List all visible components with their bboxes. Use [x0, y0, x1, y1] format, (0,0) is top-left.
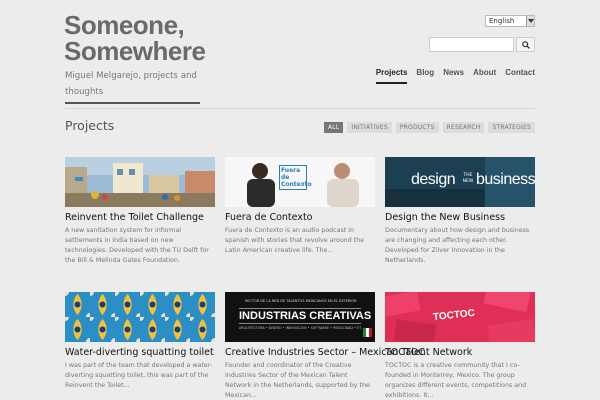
- filter-all[interactable]: ALL: [324, 122, 344, 133]
- documentary-title-business: business: [476, 171, 535, 188]
- section-title: Projects: [65, 118, 115, 133]
- search-input[interactable]: [429, 37, 514, 52]
- network-sector-disciplines: ARQUITECTURA • DISEÑO • INNOVACIÓN • SOF…: [239, 326, 361, 330]
- project-thumbnail[interactable]: [65, 292, 215, 342]
- project-title[interactable]: Water-diverting squatting toilet: [65, 347, 215, 359]
- nav-contact[interactable]: Contact: [505, 68, 535, 84]
- project-description: A new sanitation system for informal set…: [65, 227, 209, 264]
- project-thumbnail[interactable]: Fuera de Contexto: [225, 157, 375, 207]
- network-sector-caption: SECTOR DE LA RED DE TALENTOS MEXICANOS E…: [245, 299, 357, 303]
- site-tagline: Miguel Melgarejo, projects and thoughts: [65, 68, 200, 104]
- project-title[interactable]: Creative Industries Sector – Mexican Tal…: [225, 347, 472, 359]
- nav-projects[interactable]: Projects: [375, 68, 408, 84]
- language-select-value: English: [489, 17, 515, 25]
- search-button[interactable]: [516, 37, 535, 52]
- project-title[interactable]: Reinvent the Toilet Challenge: [65, 212, 215, 224]
- project-thumbnail[interactable]: SECTOR DE LA RED DE TALENTOS MEXICANOS E…: [225, 292, 375, 342]
- site-title[interactable]: Someone, Somewhere: [64, 10, 206, 66]
- project-title[interactable]: TOCTOC: [385, 347, 535, 359]
- project-thumbnail[interactable]: TOCTOC: [385, 292, 535, 342]
- project-description: Documentary about how design and busines…: [385, 227, 530, 264]
- nav-news[interactable]: News: [443, 68, 464, 84]
- network-sector-heading: INDUSTRIAS CREATIVAS: [239, 308, 372, 324]
- search-icon: [521, 40, 530, 49]
- project-card[interactable]: Fuera de Contexto Fuera de Contexto Fuer…: [225, 157, 375, 256]
- nav-about[interactable]: About: [473, 68, 496, 84]
- filter-products[interactable]: PRODUCTS: [395, 122, 439, 133]
- podcast-logo-text: Fuera de Contexto: [279, 165, 312, 190]
- filter-research[interactable]: RESEARCH: [442, 122, 485, 133]
- documentary-title-design: design: [411, 171, 456, 188]
- project-description: TOCTOC is a creative community that I co…: [385, 362, 527, 399]
- project-title[interactable]: Design the New Business: [385, 212, 535, 224]
- site-title-line-1: Someone,: [64, 10, 185, 40]
- documentary-title-the-new: THE NEW: [462, 173, 474, 184]
- project-description: Fuera de Contexto is an audio podcast in…: [225, 227, 365, 254]
- language-select[interactable]: English: [485, 15, 535, 27]
- mexico-flag-icon: [363, 328, 372, 337]
- nav-blog[interactable]: Blog: [416, 68, 434, 84]
- project-card[interactable]: TOCTOC TOCTOC TOCTOC is a creative commu…: [385, 292, 535, 400]
- header-divider: [65, 108, 535, 109]
- project-card[interactable]: Reinvent the Toilet Challenge A new sani…: [65, 157, 215, 266]
- project-card[interactable]: Water-diverting squatting toilet I was p…: [65, 292, 215, 391]
- project-card[interactable]: design THE NEW business Design the New B…: [385, 157, 535, 266]
- site-title-line-2: Somewhere: [64, 36, 206, 66]
- filter-initiatives[interactable]: INITIATIVES: [347, 122, 392, 133]
- filter-bar: ALL INITIATIVES PRODUCTS RESEARCH STRATE…: [324, 122, 535, 133]
- project-thumbnail[interactable]: design THE NEW business: [385, 157, 535, 207]
- project-title[interactable]: Fuera de Contexto: [225, 212, 375, 224]
- project-description: I was part of the team that developed a …: [65, 362, 213, 389]
- chevron-down-icon: [526, 16, 534, 26]
- project-description: Founder and coordinator of the Creative …: [225, 362, 370, 399]
- filter-strategies[interactable]: STRATEGIES: [488, 122, 535, 133]
- project-thumbnail[interactable]: [65, 157, 215, 207]
- project-card[interactable]: SECTOR DE LA RED DE TALENTOS MEXICANOS E…: [225, 292, 472, 400]
- main-nav: Projects Blog News About Contact: [367, 68, 535, 84]
